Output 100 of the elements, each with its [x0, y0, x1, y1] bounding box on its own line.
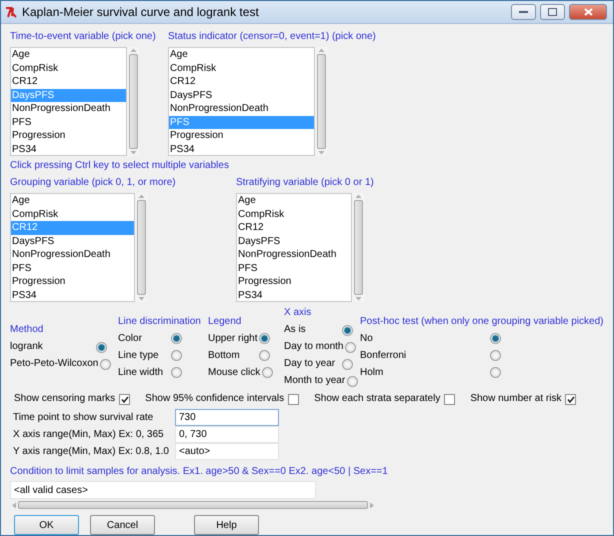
list-item[interactable]: NonProgressionDeath	[11, 248, 134, 262]
scrollbar-thumb[interactable]	[316, 54, 326, 149]
group-title: Line discrimination	[118, 314, 202, 328]
list-item[interactable]: CR12	[169, 75, 314, 88]
scrollbar-thumb[interactable]	[18, 501, 368, 509]
scroll-up-arrow-icon[interactable]	[318, 47, 324, 53]
list-item[interactable]: DaysPFS	[11, 234, 134, 248]
list-item[interactable]: DaysPFS	[169, 88, 314, 102]
radio-label: Month to year	[284, 374, 346, 388]
radio-label: No	[360, 332, 373, 346]
variable-listbox[interactable]: Age CompRisk CR12 DaysPFS NonProgressionDeath PFS Progression PS34	[10, 193, 135, 302]
dialog-button[interactable]: Help	[194, 515, 259, 535]
minimize-button[interactable]	[511, 4, 536, 20]
list-item[interactable]: NonProgressionDeath	[169, 102, 314, 116]
horizontal-scrollbar[interactable]	[10, 500, 376, 510]
field-label: X axis range(Min, Max) Ex: 0, 365	[13, 429, 165, 440]
radio-button[interactable]	[490, 333, 501, 344]
scroll-up-arrow-icon[interactable]	[354, 193, 362, 199]
vertical-scrollbar[interactable]	[127, 47, 139, 156]
list-item[interactable]: CR12	[237, 221, 351, 234]
checkbox[interactable]	[565, 394, 576, 404]
variable-listbox[interactable]: Age CompRisk CR12 DaysPFS NonProgressionDeath PFS Progression PS34	[236, 193, 352, 302]
scroll-right-arrow-icon[interactable]	[368, 502, 376, 508]
listbox-label: Grouping variable (pick 0, 1, or more)	[10, 176, 177, 190]
list-item[interactable]: PFS	[237, 262, 351, 275]
list-item[interactable]: NonProgressionDeath	[237, 248, 351, 262]
list-item[interactable]: Age	[11, 48, 126, 62]
checkbox[interactable]	[444, 394, 456, 404]
condition-input-field[interactable]: <all valid cases>	[10, 481, 316, 499]
list-item[interactable]: PFS	[11, 262, 134, 275]
scroll-up-arrow-icon[interactable]	[130, 47, 136, 53]
radio-button[interactable]	[259, 350, 270, 361]
list-item[interactable]: CR12	[11, 75, 126, 88]
radio-button[interactable]	[347, 376, 358, 386]
scrollbar-thumb[interactable]	[136, 200, 146, 295]
list-item[interactable]: Progression	[237, 275, 351, 288]
list-item[interactable]: Age	[169, 48, 314, 62]
checkbox[interactable]	[288, 394, 300, 404]
group-title: X axis	[284, 306, 312, 320]
list-item[interactable]: Age	[237, 194, 351, 208]
minimize-icon	[519, 10, 528, 14]
input-field[interactable]: <auto>	[175, 443, 279, 460]
input-field[interactable]: 730	[175, 409, 279, 426]
input-field[interactable]: 0, 730	[175, 426, 279, 443]
scroll-up-arrow-icon[interactable]	[138, 193, 144, 199]
radio-button[interactable]	[490, 367, 501, 378]
radio-button[interactable]	[259, 333, 270, 344]
scroll-left-arrow-icon[interactable]	[10, 502, 18, 508]
listbox-label: Stratifying variable (pick 0 or 1)	[236, 176, 375, 190]
radio-button[interactable]	[171, 367, 182, 378]
vertical-scrollbar[interactable]	[135, 193, 147, 302]
checkbox-label: Show each strata separately	[314, 392, 440, 406]
dialog-button[interactable]: OK	[14, 515, 79, 535]
list-item[interactable]: DaysPFS	[237, 234, 351, 248]
scroll-down-arrow-icon[interactable]	[318, 150, 324, 156]
list-item[interactable]: Progression	[11, 129, 126, 142]
list-item[interactable]: CompRisk	[169, 62, 314, 75]
radio-button[interactable]	[490, 350, 501, 361]
vertical-scrollbar[interactable]	[352, 193, 364, 302]
close-button[interactable]	[569, 4, 607, 20]
radio-label: logrank	[10, 340, 43, 354]
radio-label: Mouse click	[208, 366, 260, 380]
list-item[interactable]: PFS	[11, 116, 126, 129]
radio-button[interactable]	[345, 342, 356, 352]
list-item[interactable]: CompRisk	[11, 208, 134, 221]
checkbox[interactable]	[119, 394, 130, 404]
scroll-down-arrow-icon[interactable]	[138, 296, 144, 302]
dialog-button[interactable]: Cancel	[90, 515, 155, 535]
scroll-down-arrow-icon[interactable]	[354, 296, 362, 302]
group-title: Post-hoc test (when only one grouping variable picked)	[360, 314, 604, 328]
scrollbar-thumb[interactable]	[354, 200, 362, 295]
list-item[interactable]: Age	[11, 194, 134, 208]
radio-label: Line width	[118, 366, 164, 380]
variable-listbox[interactable]: Age CompRisk CR12 DaysPFS NonProgressionDeath PFS Progression PS34	[10, 47, 127, 156]
radio-button[interactable]	[171, 333, 182, 344]
radio-label: Day to year	[284, 357, 336, 371]
checkmark-icon	[120, 396, 129, 402]
condition-label: Condition to limit samples for analysis. Ex1. age>50 & Sex==0 Ex2. age<50 | Sex==1	[10, 465, 389, 479]
list-item[interactable]: Progression	[169, 129, 314, 142]
radio-button[interactable]	[262, 367, 274, 378]
vertical-scrollbar[interactable]	[315, 47, 327, 156]
radio-button[interactable]	[342, 324, 353, 336]
radio-button[interactable]	[100, 358, 112, 370]
variable-listbox[interactable]: Age CompRisk CR12 DaysPFS NonProgressionDeath PFS Progression PS34	[168, 47, 315, 156]
list-item[interactable]: CompRisk	[237, 208, 351, 221]
list-item[interactable]: PS34	[11, 288, 134, 301]
radio-label: Bonferroni	[360, 348, 406, 362]
maximize-button[interactable]	[540, 4, 565, 20]
list-item[interactable]: PS34	[237, 288, 351, 301]
list-item[interactable]: CompRisk	[11, 62, 126, 75]
listbox-label: Time-to-event variable (pick one)	[10, 30, 157, 44]
list-item[interactable]: Progression	[11, 275, 134, 288]
list-item[interactable]: NonProgressionDeath	[11, 102, 126, 116]
list-item[interactable]: PS34	[169, 142, 314, 155]
radio-button[interactable]	[171, 350, 182, 361]
radio-button[interactable]	[342, 358, 353, 370]
scrollbar-thumb[interactable]	[128, 54, 138, 149]
radio-button[interactable]	[96, 342, 107, 352]
scroll-down-arrow-icon[interactable]	[130, 150, 136, 156]
list-item[interactable]: PS34	[11, 142, 126, 155]
